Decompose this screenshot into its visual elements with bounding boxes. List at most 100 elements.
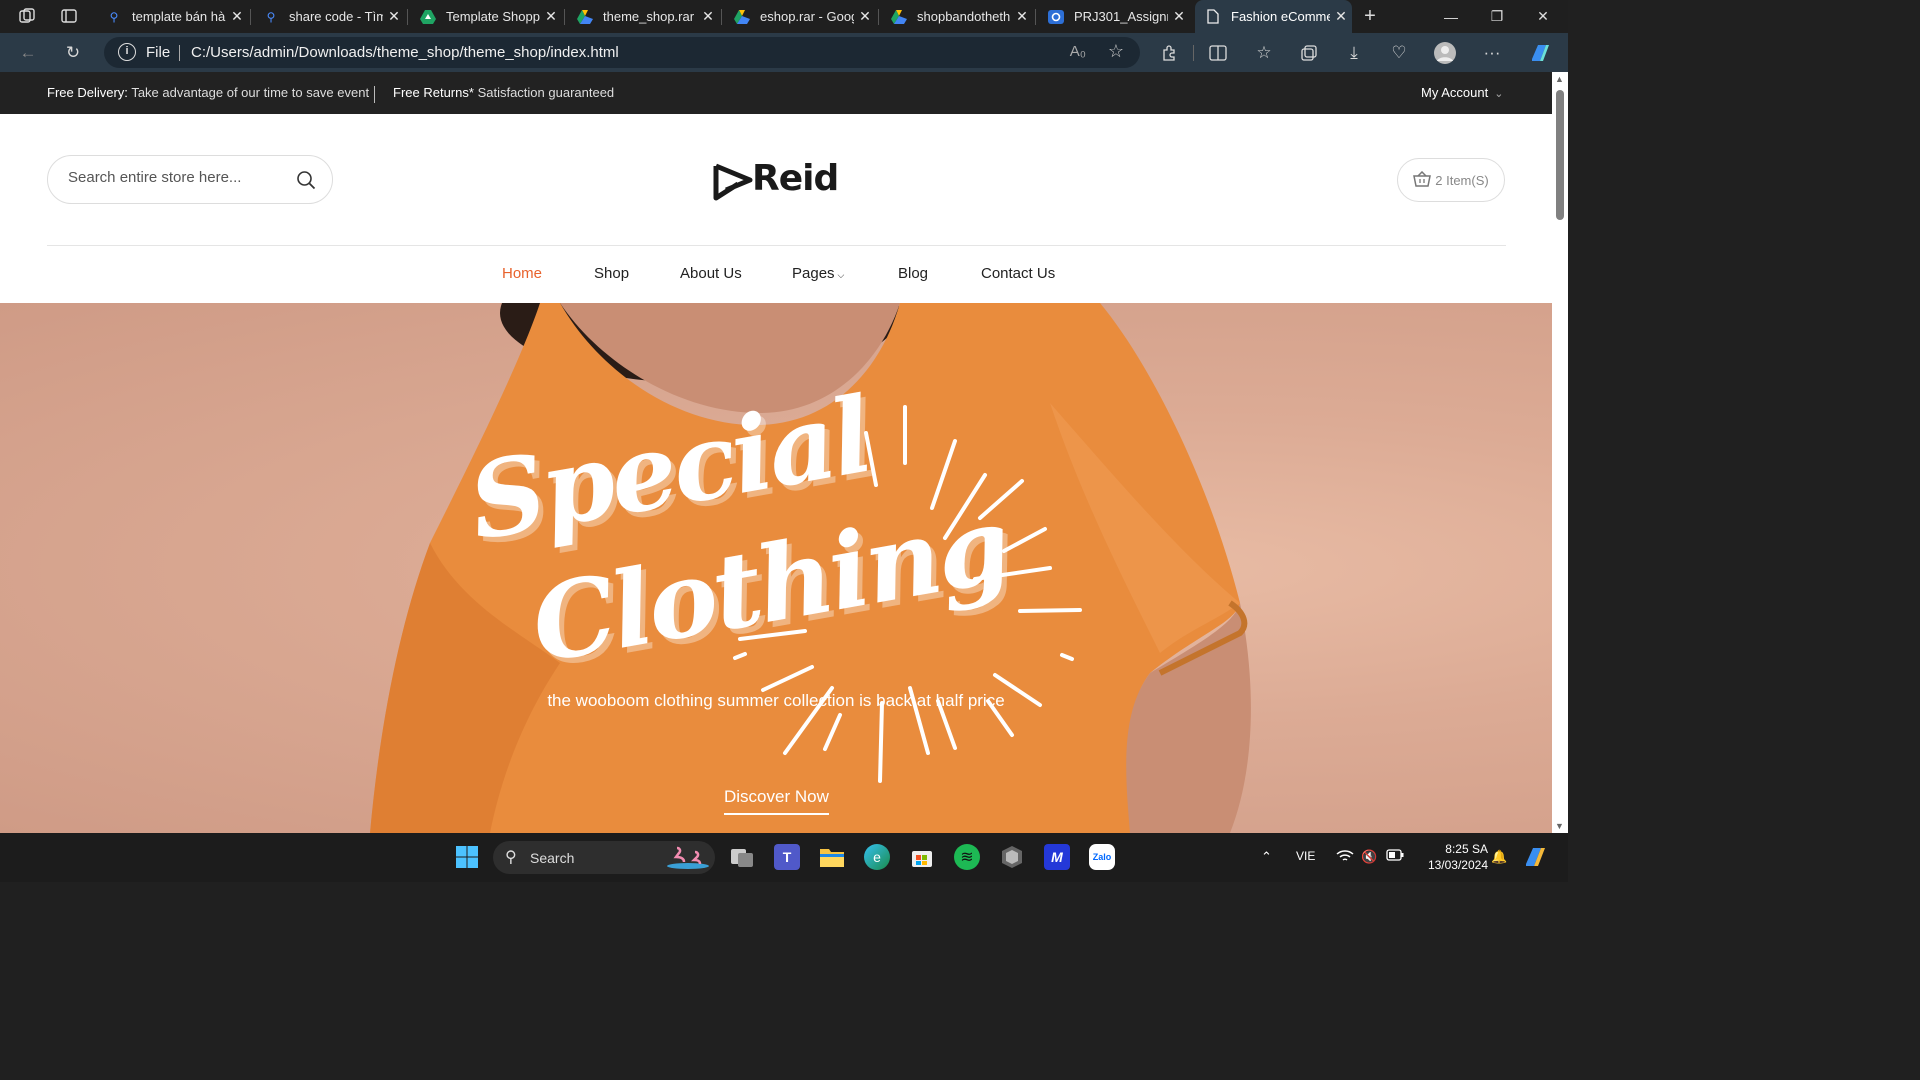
browser-tab[interactable]: PRJ301_Assignm ✕ [1038,0,1190,33]
performance-icon[interactable]: ♡ [1385,39,1413,67]
search-icon[interactable] [296,170,316,195]
workspaces-icon[interactable] [13,2,41,30]
browser-tab[interactable]: theme_shop.rar ✕ [567,0,719,33]
refresh-icon[interactable]: ↻ [59,39,87,67]
cart-count: 2 Item(S) [1435,172,1489,188]
my-account-label: My Account [1421,85,1489,100]
battery-icon[interactable] [1386,849,1404,864]
wifi-icon[interactable] [1336,849,1354,866]
drive-icon [891,9,907,25]
main-menu: Home Shop About Us Pages ⌵ Blog Contact U… [0,262,1552,286]
browser-tab[interactable]: Template Shopping ✕ [410,0,562,33]
teams-icon[interactable]: T [774,844,800,870]
clock-time: 8:25 SA [1445,842,1488,856]
close-tab-icon[interactable]: ✕ [226,8,248,25]
show-hidden-icons-icon[interactable]: ⌃ [1261,849,1272,865]
discover-now-button[interactable]: Discover Now [724,787,829,815]
back-icon[interactable]: ← [14,39,42,67]
extensions-icon[interactable] [1155,39,1183,67]
close-tab-icon[interactable]: ✕ [697,8,719,25]
tab-title: theme_shop.rar [603,9,695,24]
tab-title: Template Shopping [446,9,540,24]
info-icon[interactable]: i [118,43,136,61]
menu-item-blog[interactable]: Blog [898,265,928,282]
tab-title: template bán hàng [132,9,226,24]
system-clock[interactable]: 8:25 SA 13/03/2024 [1414,841,1488,873]
web-page: Free Delivery: Take advantage of our tim… [0,72,1552,833]
basket-icon [1413,170,1432,190]
address-bar[interactable]: i File C:/Users/admin/Downloads/theme_sh… [104,37,1140,68]
new-tab-button[interactable]: + [1356,0,1384,33]
search-input[interactable] [68,169,288,186]
header-divider [47,245,1506,246]
scrollbar-thumb[interactable] [1556,90,1564,220]
tab-actions-icon[interactable] [55,2,83,30]
tab-divider [721,9,722,25]
ide-icon[interactable]: M [1044,844,1070,870]
scroll-up-icon[interactable]: ▲ [1555,74,1564,84]
tab-title: eshop.rar - Goog [760,9,854,24]
menu-item-home[interactable]: Home [502,265,542,282]
url-text[interactable]: C:/Users/admin/Downloads/theme_shop/them… [191,44,619,61]
collections-icon[interactable] [1295,39,1323,67]
input-language[interactable]: VIE [1296,849,1315,863]
notification-bell-icon[interactable]: 🔔 [1491,849,1507,865]
site-logo[interactable]: Reid [712,158,842,202]
toolbar-divider [1193,45,1194,61]
close-tab-icon[interactable]: ✕ [854,8,876,25]
zalo-icon[interactable]: Zalo [1089,844,1115,870]
free-returns-text: Satisfaction guaranteed [477,85,615,100]
downloads-icon[interactable]: ⤓ [1340,39,1368,67]
close-window-button[interactable]: ✕ [1520,0,1566,33]
browser-tab-active[interactable]: Fashion eComme ✕ [1195,0,1352,33]
microsoft-store-icon[interactable] [909,844,935,870]
spotify-icon[interactable]: ≋ [954,844,980,870]
menu-item-about-us[interactable]: About Us [680,265,742,282]
page-scrollbar[interactable]: ▲ ▼ [1552,72,1568,833]
copilot-taskbar-icon[interactable] [1522,844,1548,870]
close-tab-icon[interactable]: ✕ [1330,8,1352,25]
restore-button[interactable]: ❐ [1474,0,1520,33]
menu-item-contact-us[interactable]: Contact Us [981,265,1055,282]
free-returns-notice: Free Returns* Satisfaction guaranteed [393,85,614,100]
cart-button[interactable]: 2 Item(S) [1397,158,1505,202]
promo-topbar: Free Delivery: Take advantage of our tim… [0,72,1552,114]
split-screen-icon[interactable] [1204,39,1232,67]
favorites-icon[interactable]: ☆ [1250,39,1278,67]
tab-divider [407,9,408,25]
browser-tab[interactable]: eshop.rar - Goog ✕ [724,0,876,33]
file-explorer-icon[interactable] [819,844,845,870]
url-divider [179,45,180,61]
menu-item-pages[interactable]: Pages ⌵ [792,265,844,282]
tab-divider [878,9,879,25]
tab-divider [564,9,565,25]
minimize-button[interactable]: — [1428,0,1474,33]
browser-tab[interactable]: ⚲ share code - Tìm ✕ [253,0,405,33]
browser-tab[interactable]: shopbandotheth ✕ [881,0,1033,33]
free-delivery-text: Take advantage of our time to save event [131,85,370,100]
browser-tab[interactable]: ⚲ template bán hàng ✕ [96,0,248,33]
taskbar-search-label: Search [530,850,575,866]
scroll-down-icon[interactable]: ▼ [1555,821,1564,831]
close-tab-icon[interactable]: ✕ [1011,8,1033,25]
more-menu-icon[interactable]: ··· [1478,39,1506,67]
volume-muted-icon[interactable]: 🔇 [1361,849,1377,865]
copilot-icon[interactable] [1526,39,1554,67]
free-returns-label: Free Returns [393,85,469,100]
tab-title: shopbandotheth [917,9,1011,24]
dev-tool-icon[interactable] [999,844,1025,870]
taskbar-search[interactable]: ⚲ Search [493,841,715,874]
my-account-dropdown[interactable]: My Account ⌄ [1421,85,1503,100]
menu-item-shop[interactable]: Shop [594,265,629,282]
tab-title: Fashion eComme [1231,9,1330,24]
close-tab-icon[interactable]: ✕ [1168,8,1190,25]
topbar-divider [374,86,375,103]
favorite-star-icon[interactable]: ☆ [1108,41,1124,62]
read-aloud-icon[interactable]: A₀ [1070,43,1086,60]
windows-start-icon[interactable] [454,844,480,870]
profile-avatar-icon[interactable] [1431,39,1459,67]
task-view-icon[interactable] [729,844,755,870]
edge-browser-icon[interactable]: e [864,844,890,870]
close-tab-icon[interactable]: ✕ [383,8,405,25]
close-tab-icon[interactable]: ✕ [540,8,562,25]
